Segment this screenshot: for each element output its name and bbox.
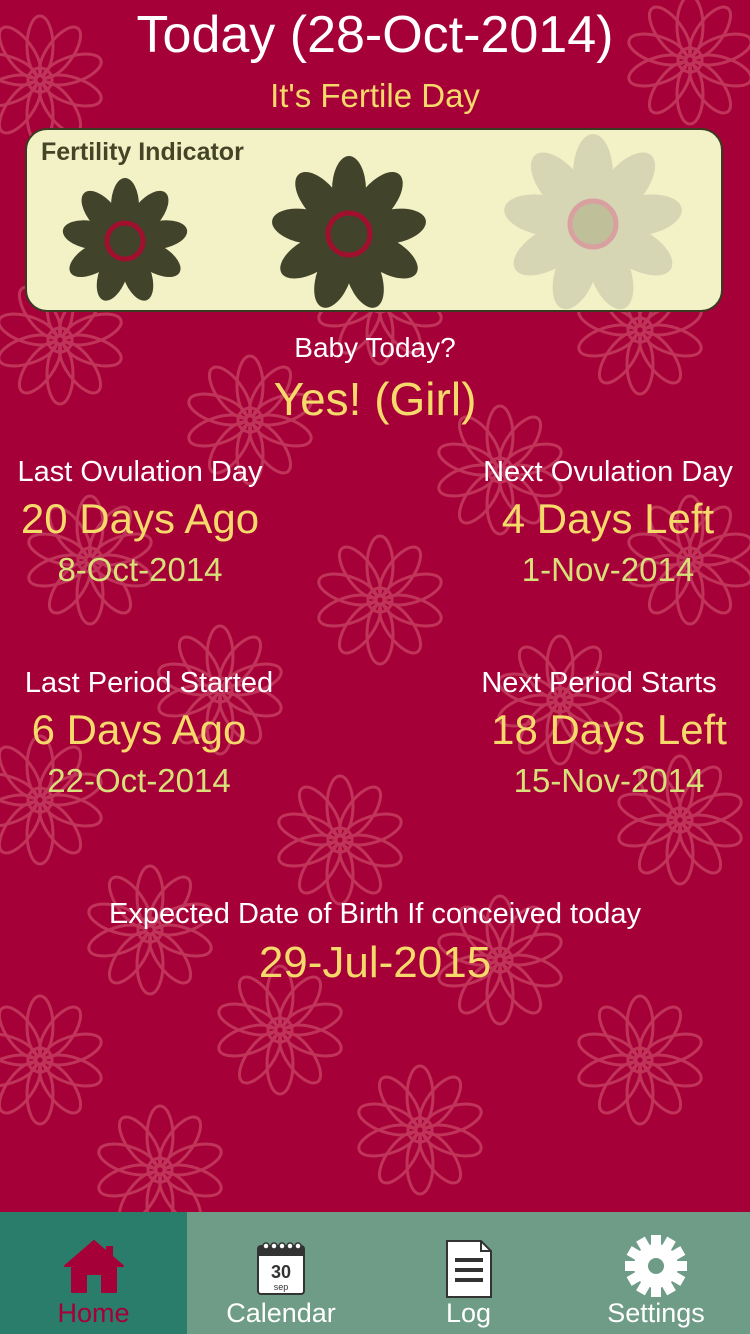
fertile-status: It's Fertile Day	[270, 77, 480, 114]
calendar-icon-month: sep	[274, 1282, 289, 1292]
next-ovulation-label: Next Ovulation Day	[483, 456, 733, 488]
tab-calendar[interactable]: 30 sep Calendar	[187, 1212, 375, 1334]
fertility-flower-icon-3-inactive	[504, 134, 682, 310]
fertility-flower-icon-1	[62, 178, 188, 301]
next-period-label: Next Period Starts	[481, 667, 717, 699]
home-icon	[63, 1240, 124, 1293]
fertility-indicator-label: Fertility Indicator	[41, 138, 244, 166]
last-period-value: 6 Days Ago	[31, 706, 247, 753]
calendar-icon: 30 sep	[257, 1242, 305, 1295]
tab-log[interactable]: Log	[375, 1212, 562, 1334]
tab-bar: Home 30 sep Calendar Log Settings	[0, 1212, 750, 1334]
page-title: Today (28-Oct-2014)	[136, 6, 614, 64]
last-ovulation-date: 8-Oct-2014	[57, 551, 223, 588]
last-ovulation-label: Last Ovulation Day	[17, 456, 263, 488]
next-ovulation-date: 1-Nov-2014	[521, 551, 695, 588]
tab-home[interactable]: Home	[0, 1212, 187, 1334]
fertility-indicator-panel: Fertility Indicator	[25, 128, 723, 312]
fertility-flower-icon-2	[272, 156, 426, 308]
expected-birth-date: 29-Jul-2015	[258, 938, 492, 987]
last-period-label: Last Period Started	[24, 667, 274, 699]
next-ovulation-value: 4 Days Left	[501, 495, 715, 542]
tab-home-label: Home	[57, 1298, 130, 1328]
tab-settings-label: Settings	[607, 1298, 705, 1328]
last-period-date: 22-Oct-2014	[47, 762, 231, 799]
expected-birth-label: Expected Date of Birth If conceived toda…	[109, 898, 641, 930]
gear-icon	[625, 1235, 687, 1297]
calendar-icon-day: 30	[271, 1262, 291, 1282]
baby-today-answer: Yes! (Girl)	[273, 373, 477, 425]
next-period-date: 15-Nov-2014	[513, 762, 705, 799]
baby-today-question: Baby Today?	[294, 332, 456, 363]
tab-settings[interactable]: Settings	[562, 1212, 750, 1334]
tab-log-label: Log	[445, 1298, 492, 1328]
tab-calendar-label: Calendar	[226, 1298, 336, 1328]
next-period-value: 18 Days Left	[491, 706, 727, 753]
last-ovulation-value: 20 Days Ago	[20, 495, 260, 542]
log-icon	[445, 1240, 492, 1298]
